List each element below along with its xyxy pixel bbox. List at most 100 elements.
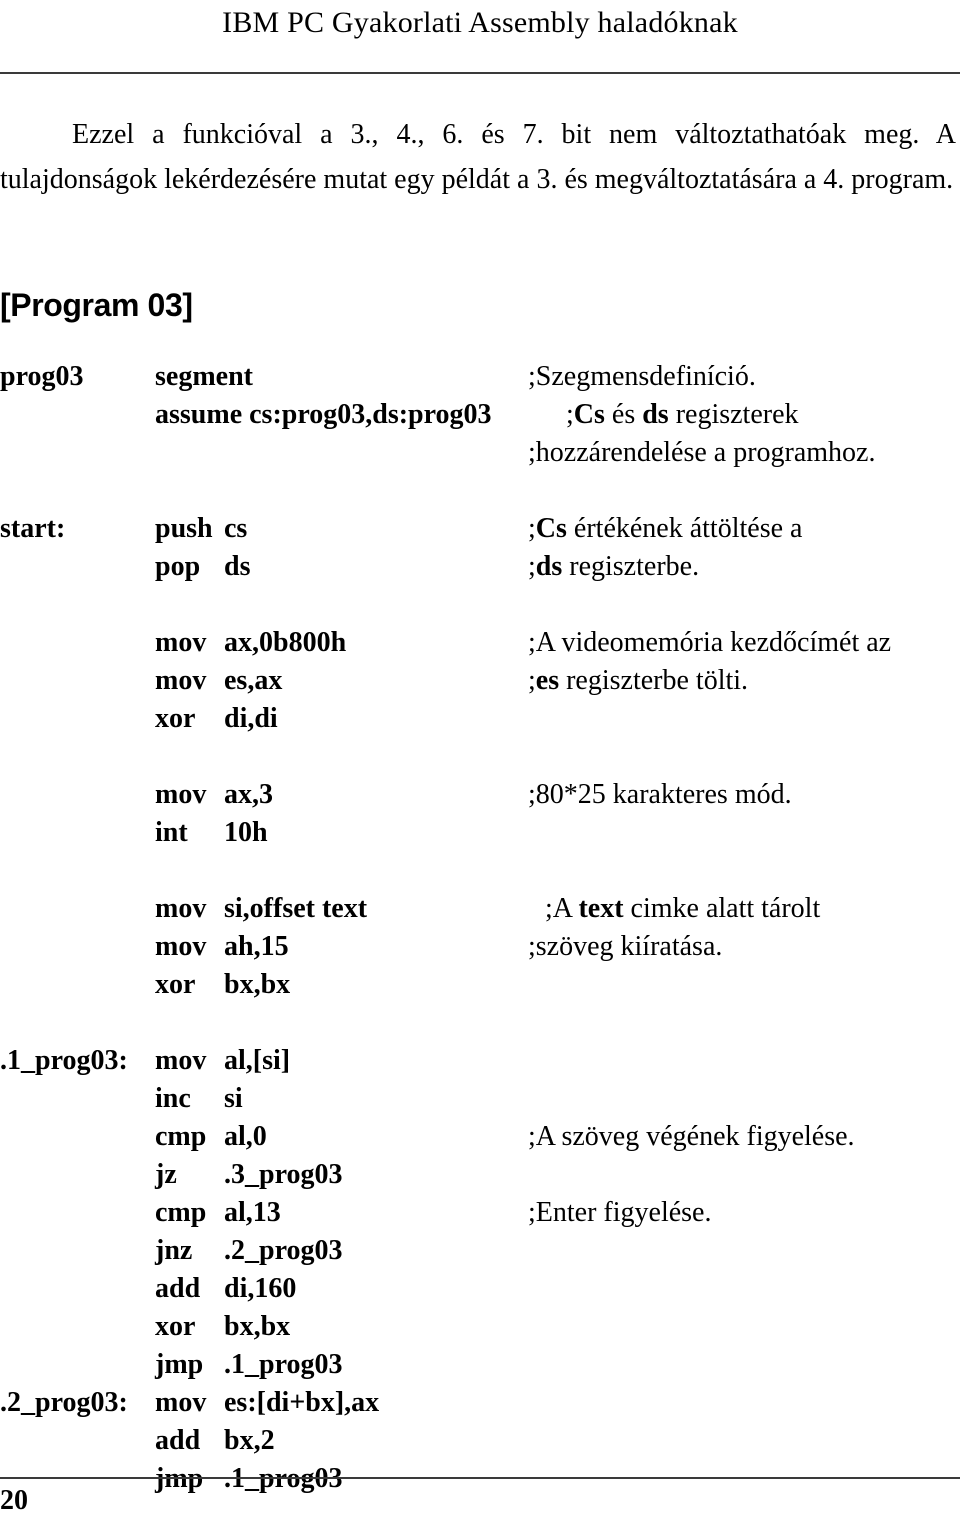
code-operand: .2_prog03 <box>224 1235 343 1266</box>
code-mnemonic: push <box>155 513 213 544</box>
code-operand: di,160 <box>224 1273 297 1304</box>
code-comment: ;A szöveg végének figyelése. <box>528 1121 855 1152</box>
code-mnemonic: add <box>155 1273 201 1304</box>
section-heading: [Program 03] <box>0 286 193 323</box>
code-line: int 10h <box>0 814 960 890</box>
code-mnemonic: pop <box>155 551 201 582</box>
code-mnemonic: int <box>155 817 188 848</box>
code-line: ;hozzárendelése a programhoz. <box>0 434 960 510</box>
code-comment: ;ds regiszterbe. <box>528 551 700 582</box>
intro-paragraph: Ezzel a funkcióval a 3., 4., 6. és 7. bi… <box>0 119 956 195</box>
code-mnemonic: jnz <box>155 1235 193 1266</box>
code-comment: ;Cs és ds regiszterek <box>566 399 799 430</box>
code-line: start: push cs ;Cs értékének áttöltése a <box>0 510 960 548</box>
code-line: jnz .2_prog03 <box>0 1232 960 1270</box>
code-operand: al,[si] <box>224 1045 291 1076</box>
code-label: .2_prog03: <box>0 1387 128 1418</box>
code-comment-emphasis: ds <box>642 399 669 430</box>
code-line: inc si <box>0 1080 960 1118</box>
code-comment: ;Szegmensdefiníció. <box>528 361 756 392</box>
code-line: mov si,offset text ;A text cimke alatt tár… <box>0 890 960 928</box>
code-listing: prog03 segment ;Szegmensdefiníció. assume c… <box>0 358 960 1498</box>
code-mnemonic: jz <box>155 1159 177 1190</box>
code-operand: si,offset text <box>224 893 368 924</box>
code-mnemonic: mov <box>155 779 207 810</box>
document-page: IBM PC Gyakorlati Assembly haladóknak Ez… <box>0 0 960 1520</box>
code-line: cmp al,0 ;A szöveg végének figyelése. <box>0 1118 960 1156</box>
code-operand: 10h <box>224 817 268 848</box>
code-operand: es:[di+bx],ax <box>224 1387 380 1418</box>
code-mnemonic: mov <box>155 931 207 962</box>
code-operand: si <box>224 1083 243 1114</box>
page-number: 20 <box>0 1485 28 1516</box>
code-operand: bx,2 <box>224 1425 275 1456</box>
code-operand: ax,3 <box>224 779 273 810</box>
code-mnemonic: mov <box>155 893 207 924</box>
code-mnemonic: inc <box>155 1083 191 1114</box>
code-line: mov es,ax ;es regiszterbe tölti. <box>0 662 960 700</box>
code-operand: ds <box>224 551 251 582</box>
code-line: add bx,2 <box>0 1422 960 1460</box>
code-line: mov ax,0b800h ;A videomemória kezdőcímét a… <box>0 624 960 662</box>
code-mnemonic: jmp <box>155 1349 204 1380</box>
code-operand: di,di <box>224 703 278 734</box>
footer-rule <box>0 1477 960 1479</box>
code-comment: ;A videomemória kezdőcímét az <box>528 627 892 658</box>
code-operand: .3_prog03 <box>224 1159 343 1190</box>
code-comment-emphasis: Cs <box>573 399 605 430</box>
code-mnemonic: mov <box>155 1387 207 1418</box>
running-head: IBM PC Gyakorlati Assembly haladóknak <box>222 6 738 39</box>
code-mnemonic: cmp <box>155 1121 207 1152</box>
code-comment-emphasis: es <box>535 665 560 696</box>
code-mnemonic: mov <box>155 627 207 658</box>
code-mnemonic: mov <box>155 665 207 696</box>
code-label: .1_prog03: <box>0 1045 128 1076</box>
code-mnemonic: jmp <box>155 1463 204 1494</box>
code-operand: bx,bx <box>224 1311 291 1342</box>
code-comment-emphasis: ds <box>535 551 563 582</box>
code-operand: es,ax <box>224 665 283 696</box>
code-operand: al,13 <box>224 1197 281 1228</box>
code-label: start: <box>0 513 66 544</box>
code-line: xor di,di <box>0 700 960 776</box>
code-line: cmp al,13 ;Enter figyelése. <box>0 1194 960 1232</box>
code-operand: bx,bx <box>224 969 291 1000</box>
code-comment: ;Cs értékének áttöltése a <box>528 513 803 544</box>
code-mnemonic: xor <box>155 703 196 734</box>
header-rule <box>0 72 960 74</box>
code-operand: .1_prog03 <box>224 1463 343 1494</box>
code-line: prog03 segment ;Szegmensdefiníció. <box>0 358 960 396</box>
code-line: xor bx,bx <box>0 1308 960 1346</box>
code-line: .1_prog03: mov al,[si] <box>0 1042 960 1080</box>
code-comment: ;80*25 karakteres mód. <box>528 779 792 810</box>
code-operand: ah,15 <box>224 931 289 962</box>
code-comment: ;A text cimke alatt tárolt <box>545 893 821 924</box>
code-line: jmp .1_prog03 <box>0 1460 960 1498</box>
code-operand: al,0 <box>224 1121 267 1152</box>
code-mnemonic: add <box>155 1425 201 1456</box>
code-comment: ;szöveg kiíratása. <box>528 931 723 962</box>
code-line: mov ah,15 ;szöveg kiíratása. <box>0 928 960 966</box>
code-line: pop ds ;ds regiszterbe. <box>0 548 960 624</box>
code-line: .2_prog03: mov es:[di+bx],ax <box>0 1384 960 1422</box>
code-line: add di,160 <box>0 1270 960 1308</box>
code-mnemonic: xor <box>155 969 196 1000</box>
code-line: assume cs:prog03,ds:prog03 ;Cs és ds regi… <box>0 396 960 434</box>
code-comment-emphasis: text <box>578 893 624 924</box>
code-line: xor bx,bx <box>0 966 960 1042</box>
code-mnemonic: cmp <box>155 1197 207 1228</box>
code-operand: .1_prog03 <box>224 1349 343 1380</box>
code-comment: ;Enter figyelése. <box>528 1197 712 1228</box>
code-comment: ;es regiszterbe tölti. <box>528 665 749 696</box>
code-operand: ax,0b800h <box>224 627 347 658</box>
code-mnemonic: segment <box>155 361 253 392</box>
code-mnemonic: mov <box>155 1045 207 1076</box>
code-mnemonic: assume cs:prog03,ds:prog03 <box>155 399 492 430</box>
code-line: jmp .1_prog03 <box>0 1346 960 1384</box>
code-line: mov ax,3 ;80*25 karakteres mód. <box>0 776 960 814</box>
code-mnemonic: xor <box>155 1311 196 1342</box>
code-line: jz .3_prog03 <box>0 1156 960 1194</box>
code-label: prog03 <box>0 361 84 392</box>
code-operand: cs <box>224 513 248 544</box>
code-comment-emphasis: Cs <box>535 513 567 544</box>
